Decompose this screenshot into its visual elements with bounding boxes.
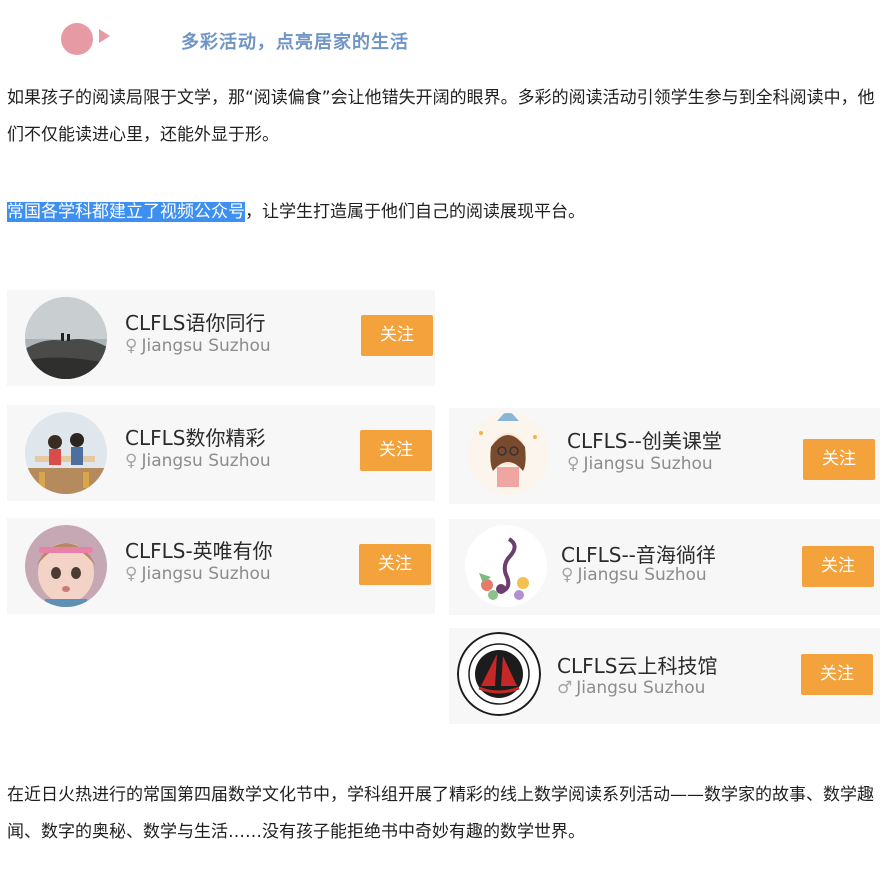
account-name: CLFLS数你精彩 [125,426,266,450]
follow-button[interactable]: 关注 [803,439,875,480]
header-bullet-circle [61,23,93,55]
follow-button[interactable]: 关注 [802,546,874,587]
account-location: ♀ Jiangsu Suzhou [125,564,271,584]
female-icon: ♀ [125,336,138,356]
female-icon: ♀ [561,565,574,585]
female-icon: ♀ [125,451,138,471]
avatar-kids-photo [25,412,107,494]
follow-button[interactable]: 关注 [801,654,873,695]
intro-paragraph: 如果孩子的阅读局限于文学，那“阅读偏食”会让他错失开阔的眼界。多彩的阅读活动引领… [7,88,875,145]
account-name: CLFLS--音海徜徉 [561,543,716,567]
account-card-ying-wei-you-ni[interactable]: CLFLS-英唯有你 ♀ Jiangsu Suzhou 关注 [7,518,435,614]
account-location: ♀ Jiangsu Suzhou [125,451,271,471]
selected-text: 常国各学科都建立了视频公众号 [7,202,245,222]
follow-button[interactable]: 关注 [361,315,433,356]
account-location: ♀ Jiangsu Suzhou [567,454,713,474]
account-card-shu-ni-jing-cai[interactable]: CLFLS数你精彩 ♀ Jiangsu Suzhou 关注 [7,405,435,501]
account-name: CLFLS语你同行 [125,311,266,335]
account-location: ♂ Jiangsu Suzhou [557,678,706,698]
follow-button[interactable]: 关注 [360,430,432,471]
female-icon: ♀ [567,454,580,474]
avatar-doll-photo [25,525,107,607]
account-name: CLFLS云上科技馆 [557,654,718,678]
avatar-mountain-photo [25,297,107,379]
platform-paragraph-rest: ，让学生打造属于他们自己的阅读展现平台。 [245,202,585,222]
account-name: CLFLS-英唯有你 [125,539,273,563]
account-name: CLFLS--创美课堂 [567,429,722,453]
account-card-yin-hai-chang-yang[interactable]: CLFLS--音海徜徉 ♀ Jiangsu Suzhou 关注 [449,519,880,615]
platform-paragraph: 常国各学科都建立了视频公众号，让学生打造属于他们自己的阅读展现平台。 [7,194,887,231]
account-card-yun-shang-ke-ji-guan[interactable]: CLFLS云上科技馆 ♂ Jiangsu Suzhou 关注 [449,628,880,724]
account-location: ♀ Jiangsu Suzhou [561,565,707,585]
follow-button[interactable]: 关注 [359,544,431,585]
math-festival-paragraph: 在近日火热进行的常国第四届数学文化节中，学科组开展了精彩的线上数学阅读系列活动—… [7,785,874,842]
account-card-yu-ni-tong-xing[interactable]: CLFLS语你同行 ♀ Jiangsu Suzhou 关注 [7,290,435,386]
avatar-school-seal [457,632,541,716]
account-card-chuang-mei-ke-tang[interactable]: CLFLS--创美课堂 ♀ Jiangsu Suzhou 关注 [449,408,880,504]
account-location: ♀ Jiangsu Suzhou [125,336,271,356]
female-icon: ♀ [125,564,138,584]
male-icon: ♂ [557,678,573,698]
header-bullet-arrow-icon [99,29,110,43]
avatar-music-note-flowers [465,525,547,607]
section-title: 多彩活动，点亮居家的生活 [181,32,409,53]
avatar-cartoon-girl [467,413,549,495]
